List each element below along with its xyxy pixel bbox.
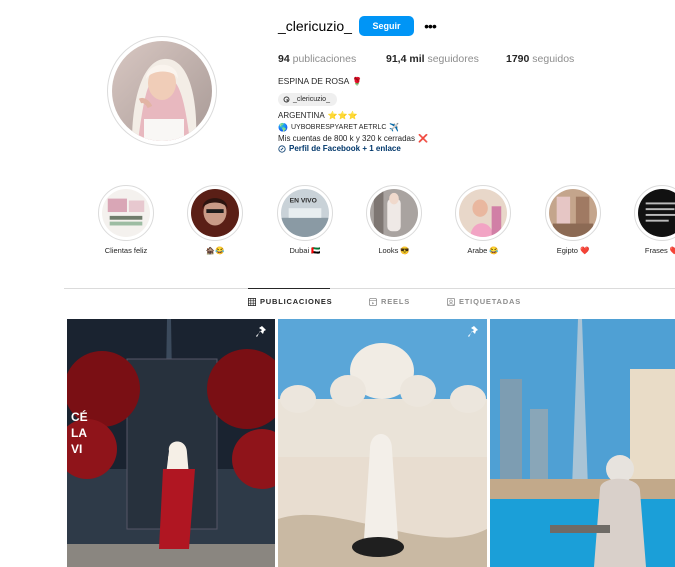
tab-label: REELS	[381, 297, 411, 306]
bio-name: ESPINA DE ROSA 🌹	[278, 76, 362, 86]
profile-avatar[interactable]	[107, 36, 217, 146]
post-tile-2[interactable]	[278, 319, 487, 567]
followers-stat[interactable]: 91,4 mil seguidores	[386, 53, 479, 65]
bio-link-line[interactable]: Perfil de Facebook + 1 enlace	[278, 144, 401, 153]
bio-accounts-line: Mis cuentas de 800 k y 320 k cerradas ❌	[278, 134, 428, 143]
highlight-emoji: ❤️	[579, 246, 590, 255]
post-tile-1[interactable]: CÉ LA VI	[67, 319, 275, 567]
highlight-egipto[interactable]: Egipto ❤️	[543, 185, 603, 255]
highlight-cover	[191, 189, 239, 237]
highlight-cover: EN VIVO	[281, 189, 329, 237]
posts-count: 94	[278, 53, 290, 65]
highlight-label: Looks	[378, 246, 399, 255]
post-image	[278, 319, 487, 567]
globe-icon: 🌎	[278, 123, 288, 132]
followers-count: 91,4 mil	[386, 53, 425, 65]
highlight-emoji: 😎	[400, 246, 410, 255]
threads-badge[interactable]: _clericuzio_	[278, 93, 337, 106]
tab-publicaciones[interactable]: PUBLICACIONES	[248, 297, 333, 306]
bio-brand: UYBOBRESPYARET AETRLC	[290, 124, 387, 131]
highlight-looks[interactable]: Looks 😎	[364, 185, 424, 255]
tab-label: ETIQUETADAS	[459, 297, 521, 306]
highlight-emoji[interactable]: 🏚️😂	[185, 185, 245, 255]
highlight-cover	[102, 189, 150, 237]
avatar-image	[112, 41, 212, 141]
overlay-text-line-1: CÉ	[71, 409, 88, 424]
posts-label: publicaciones	[292, 53, 357, 65]
follow-button[interactable]: Seguir	[359, 16, 414, 36]
tab-reels[interactable]: REELS	[369, 297, 410, 306]
pin-icon	[256, 326, 266, 337]
active-tab-indicator	[248, 288, 330, 289]
tab-etiquetadas[interactable]: ETIQUETADAS	[447, 297, 521, 306]
dubai-overlay-text: EN VIVO	[290, 197, 317, 204]
highlight-emoji: ❤️	[669, 246, 675, 255]
post-tile-3[interactable]	[490, 319, 675, 567]
highlight-cover	[370, 189, 418, 237]
following-label: seguidos	[532, 53, 575, 65]
overlay-text-line-2: LA	[71, 426, 87, 440]
bio-country: ARGENTINA	[278, 111, 325, 120]
post-image: CÉ LA VI	[67, 319, 275, 567]
highlight-cover	[638, 189, 675, 237]
highlight-label: Arabe	[467, 246, 488, 255]
profile-username: _clericuzio_	[278, 18, 352, 34]
threads-icon	[283, 96, 290, 103]
overlay-text-line-3: VI	[71, 442, 82, 456]
highlight-frases[interactable]: Frases ❤️	[632, 185, 675, 255]
rose-icon: 🌹	[352, 76, 363, 86]
tagged-icon	[447, 297, 455, 306]
highlight-emoji: 😂	[489, 246, 499, 255]
highlight-label: Egipto	[556, 246, 578, 255]
highlight-emoji: 🇦🇪	[311, 246, 321, 255]
bio-country-line: ARGENTINA ⭐⭐⭐	[278, 111, 358, 120]
highlight-clientas-feliz[interactable]: Clientas feliz	[96, 185, 156, 255]
highlight-label: Clientas feliz	[104, 246, 148, 255]
highlight-cover	[549, 189, 597, 237]
highlight-label: Frases	[644, 246, 668, 255]
following-count: 1790	[506, 53, 530, 65]
highlight-label: Dubai	[289, 246, 310, 255]
bio-brand-line: 🌎 UYBOBRESPYARET AETRLC ✈️	[278, 123, 399, 132]
airplane-icon: ✈️	[389, 123, 400, 132]
bio-link[interactable]: Perfil de Facebook + 1 enlace	[289, 144, 401, 153]
stars-icon: ⭐⭐⭐	[327, 111, 358, 120]
highlight-emoji-label: 🏚️😂	[205, 246, 225, 255]
tabs-divider	[64, 288, 675, 289]
threads-handle: _clericuzio_	[293, 96, 330, 103]
bio-accounts: Mis cuentas de 800 k y 320 k cerradas	[278, 134, 415, 143]
grid-icon	[248, 297, 256, 306]
highlight-dubai[interactable]: EN VIVO Dubai 🇦🇪	[275, 185, 335, 255]
bio-name-text: ESPINA DE ROSA	[278, 76, 350, 86]
highlight-cover	[459, 189, 507, 237]
following-stat[interactable]: 1790 seguidos	[506, 53, 574, 65]
more-options-icon[interactable]: •••	[420, 16, 440, 36]
highlight-arabe[interactable]: Arabe 😂	[453, 185, 513, 255]
posts-stat: 94 publicaciones	[278, 53, 356, 65]
reels-icon	[369, 297, 377, 306]
tab-label: PUBLICACIONES	[260, 297, 333, 306]
pin-icon	[468, 326, 478, 337]
cross-mark-icon: ❌	[417, 134, 428, 143]
followers-label: seguidores	[427, 53, 479, 65]
link-icon	[278, 144, 286, 153]
post-image	[490, 319, 675, 567]
